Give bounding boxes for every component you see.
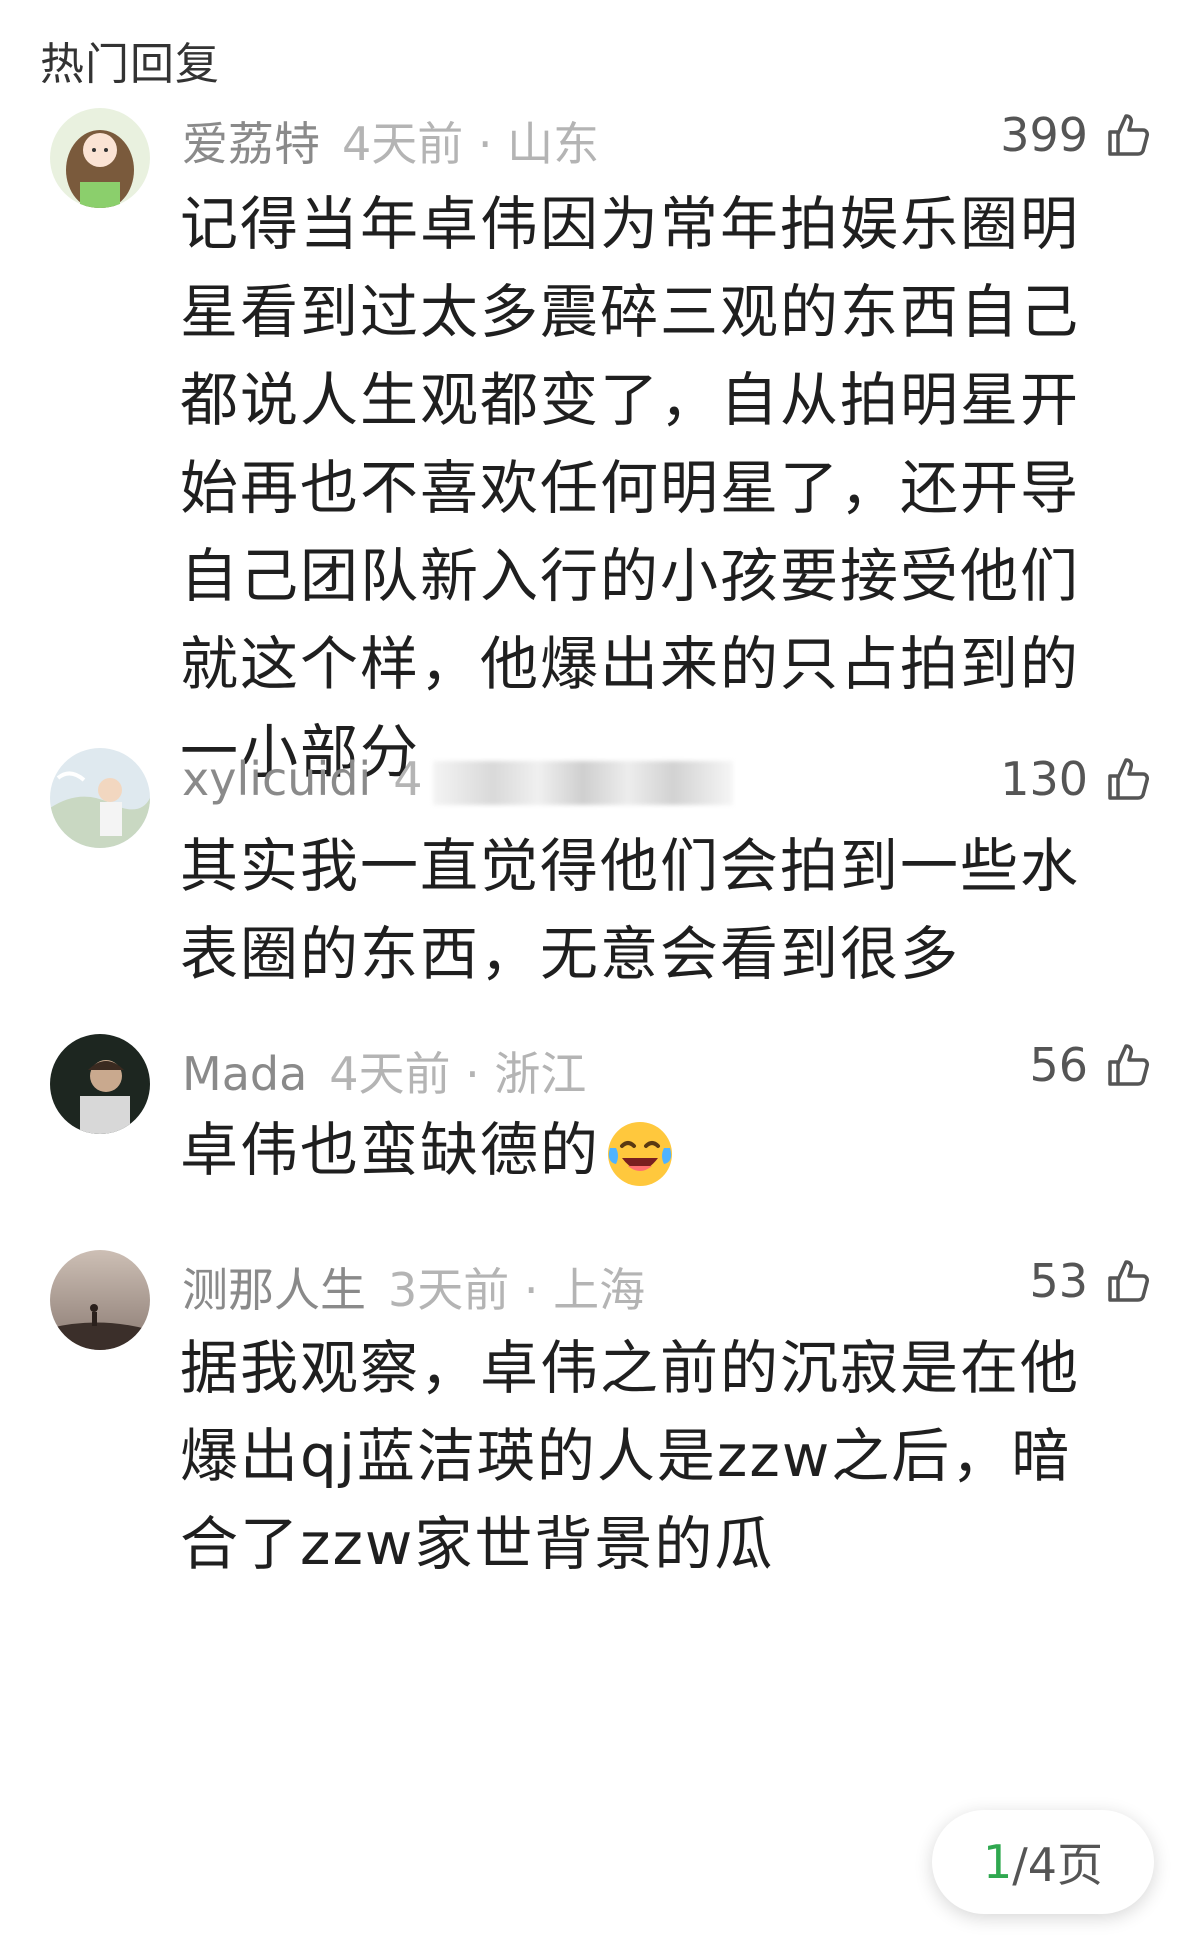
comment-text: 其实我一直觉得他们会拍到一些水表圈的东西，无意会看到很多: [180, 832, 1081, 988]
comment-time: 4: [393, 752, 423, 806]
username[interactable]: xylicuidi: [182, 752, 371, 806]
user-avatar[interactable]: [50, 1250, 150, 1350]
username[interactable]: Mada: [182, 1047, 307, 1101]
section-title: 热门回复: [40, 39, 220, 90]
thumbs-up-icon: [1106, 1258, 1150, 1304]
like-count: 130: [1000, 752, 1088, 806]
comment-text: 记得当年卓伟因为常年拍娱乐圈明星看到过太多震碎三观的东西自己都说人生观都变了，自…: [180, 190, 1081, 786]
comment-meta: Mada 4天前 · 浙江: [182, 1038, 586, 1104]
laughing-crying-emoji-icon: [604, 1118, 676, 1190]
thumbs-up-icon: [1106, 1042, 1150, 1088]
redacted-blur: [432, 760, 733, 805]
page-indicator-button[interactable]: 1/4页: [932, 1810, 1154, 1914]
like-button[interactable]: 399: [1000, 108, 1150, 162]
comment-text: 卓伟也蛮缺德的: [180, 1106, 1110, 1194]
comment-location: 山东: [507, 117, 600, 171]
total-pages-label: /4页: [1012, 1838, 1104, 1892]
like-count: 56: [1029, 1038, 1088, 1092]
user-avatar[interactable]: [50, 748, 150, 848]
comment-time-location: 4天前 · 山东: [342, 117, 600, 171]
user-avatar[interactable]: [50, 1034, 150, 1134]
comment-text: 据我观察，卓伟之前的沉寂是在他爆出qj蓝洁瑛的人是zzw之后，暗合了zzw家世背…: [180, 1334, 1081, 1578]
like-button[interactable]: 130: [1000, 752, 1150, 806]
comment-time: 4天前: [329, 1047, 451, 1101]
like-count: 399: [1000, 108, 1088, 162]
comment-time: 3天前: [388, 1263, 510, 1317]
current-page: 1: [982, 1835, 1013, 1889]
comment-time: 4天前: [342, 117, 464, 171]
like-button[interactable]: 53: [1029, 1254, 1150, 1308]
comment-text-body: 卓伟也蛮缺德的: [180, 1116, 601, 1184]
thumbs-up-icon: [1106, 756, 1150, 802]
comment-location: 上海: [553, 1263, 646, 1317]
username[interactable]: 测那人生: [182, 1263, 366, 1317]
comment-location: 浙江: [494, 1047, 587, 1101]
username[interactable]: 爱荔特: [182, 117, 320, 171]
thumbs-up-icon: [1106, 112, 1150, 158]
like-count: 53: [1029, 1254, 1088, 1308]
like-button[interactable]: 56: [1029, 1038, 1150, 1092]
comment-meta: 爱荔特 4天前 · 山东: [182, 108, 599, 174]
comment-meta: xylicuidi 4: [182, 752, 733, 806]
user-avatar[interactable]: [50, 108, 150, 208]
comment-time-location: 3天前 · 上海: [388, 1263, 646, 1317]
comment-time-location: 4天前 · 浙江: [329, 1047, 587, 1101]
comment-meta: 测那人生 3天前 · 上海: [182, 1254, 645, 1320]
